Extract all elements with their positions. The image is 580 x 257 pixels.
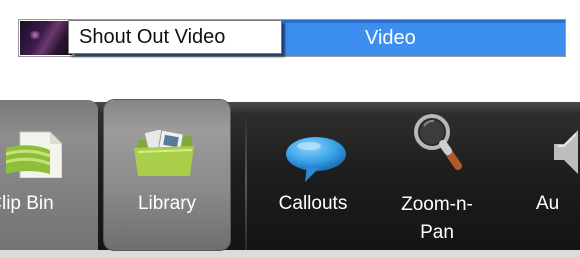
tab-label-clip-bin: Clip Bin: [0, 193, 54, 214]
tab-label-zoom-n-pan: Zoom-n- Pan: [401, 194, 473, 243]
tab-group-divider: [245, 112, 247, 250]
magnifier-icon: [414, 114, 462, 170]
speaker-icon: [554, 130, 578, 174]
clip-bin-icon: [6, 131, 62, 178]
clip-title-tooltip: Shout Out Video: [68, 20, 282, 54]
speech-bubble-icon: [286, 137, 346, 182]
toolbar-bottom-edge: [0, 250, 580, 257]
tab-label-library: Library: [137, 193, 197, 214]
tab-audio[interactable]: Au: [510, 100, 580, 250]
tab-callouts[interactable]: Callouts: [252, 100, 374, 250]
tab-label-callouts: Callouts: [278, 193, 348, 214]
timeline-area: Video Shout Out Video: [0, 0, 580, 100]
clip-thumbnail: [20, 21, 72, 55]
screenshot: Video Shout Out Video Clip Bin Library: [0, 0, 580, 257]
tab-library[interactable]: Library: [104, 100, 230, 250]
tab-zoom-n-pan[interactable]: Zoom-n- Pan: [384, 100, 490, 250]
tab-clip-bin[interactable]: Clip Bin: [0, 100, 98, 250]
track-label: Video: [365, 27, 416, 49]
library-folder-icon: [134, 130, 194, 176]
tab-label-audio: Au: [536, 193, 560, 214]
